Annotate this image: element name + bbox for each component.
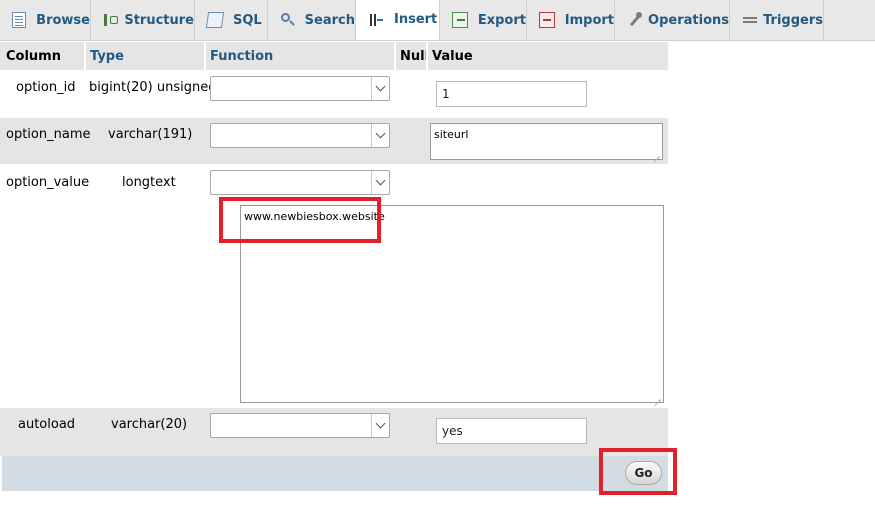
- highlight-go-button: [599, 448, 677, 495]
- header-function[interactable]: Function: [206, 42, 394, 70]
- header-value: Value: [432, 48, 473, 64]
- function-select[interactable]: [210, 413, 390, 438]
- tab-triggers[interactable]: Triggers: [730, 0, 824, 40]
- tab-sql[interactable]: SQL: [195, 0, 268, 40]
- tab-operations[interactable]: Operations: [615, 0, 730, 40]
- value-input[interactable]: 1: [436, 81, 587, 107]
- tab-label: Export: [477, 12, 526, 28]
- form-footer: [2, 456, 668, 491]
- export-icon: [452, 12, 468, 28]
- header-null: Null: [400, 48, 430, 64]
- header-column: Column: [6, 48, 61, 64]
- row-column-type: varchar(20): [111, 417, 188, 432]
- header-type[interactable]: Type: [86, 42, 204, 70]
- tab-label: Insert: [394, 12, 438, 27]
- row-column-type: longtext: [122, 175, 176, 190]
- resize-grip-icon[interactable]: [652, 149, 660, 157]
- sql-icon: [205, 12, 225, 28]
- import-icon: [539, 12, 555, 28]
- tab-import[interactable]: Import: [527, 0, 615, 40]
- resize-grip-icon[interactable]: [653, 392, 661, 400]
- tab-label: Triggers: [763, 12, 823, 28]
- row-column-name: option_value: [6, 175, 90, 190]
- tab-structure[interactable]: Structure: [91, 0, 195, 40]
- tab-label: SQL: [233, 12, 262, 28]
- row-column-name: option_name: [6, 127, 91, 142]
- tab-label: Operations: [648, 12, 729, 28]
- row-column-type: varchar(191): [108, 127, 193, 142]
- chevron-down-icon: [371, 414, 389, 437]
- tab-browse[interactable]: Browse: [0, 0, 91, 40]
- function-select[interactable]: [210, 123, 390, 148]
- tab-label: Browse: [36, 12, 90, 28]
- tab-bar: Browse Structure SQL Search Insert Expor…: [0, 0, 875, 41]
- tab-search[interactable]: Search: [268, 0, 356, 40]
- chevron-down-icon: [371, 171, 389, 194]
- function-select[interactable]: [210, 170, 390, 195]
- tab-label: Import: [564, 12, 614, 28]
- tab-export[interactable]: Export: [440, 0, 527, 40]
- value-textarea[interactable]: siteurl: [430, 123, 663, 160]
- value-text: siteurl: [434, 128, 469, 141]
- value-input[interactable]: yes: [436, 418, 587, 444]
- tab-label: Structure: [124, 12, 194, 28]
- operations-icon: [627, 12, 643, 28]
- highlight-value-box: [219, 197, 381, 243]
- row-column-type: bigint(20) unsigned: [89, 80, 217, 95]
- structure-icon: [103, 12, 119, 28]
- search-icon: [280, 12, 295, 28]
- function-select[interactable]: [210, 76, 390, 101]
- browse-icon: [12, 12, 27, 28]
- insert-icon: [368, 12, 384, 28]
- tab-insert[interactable]: Insert: [356, 0, 440, 40]
- chevron-down-icon: [371, 77, 389, 100]
- tab-label: Search: [304, 12, 355, 28]
- row-column-name: autoload: [18, 417, 76, 432]
- row-column-name: option_id: [16, 80, 76, 95]
- triggers-icon: [742, 12, 758, 28]
- chevron-down-icon: [371, 124, 389, 147]
